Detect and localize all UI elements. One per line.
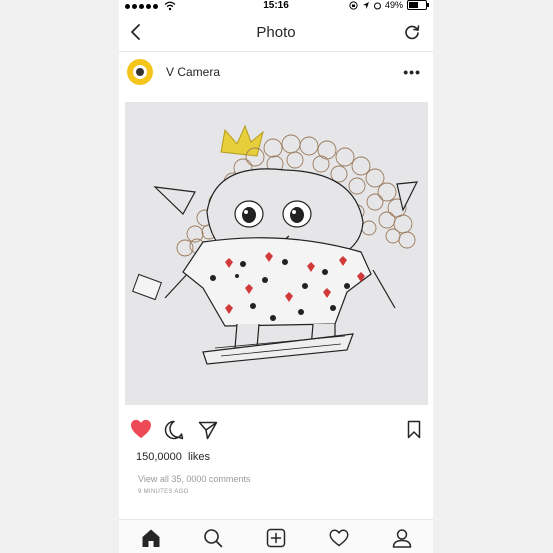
- home-icon[interactable]: [141, 528, 161, 548]
- refresh-icon[interactable]: [403, 23, 421, 41]
- add-post-icon[interactable]: [266, 528, 286, 548]
- likes-label: likes: [188, 451, 211, 463]
- search-icon[interactable]: [203, 528, 223, 548]
- share-send-icon[interactable]: [198, 420, 218, 440]
- avatar[interactable]: [127, 59, 153, 85]
- orientation-lock-icon: [349, 0, 358, 10]
- navigation-bar: Photo: [119, 14, 433, 52]
- post-actions: [119, 415, 433, 445]
- post-photo[interactable]: [125, 102, 428, 405]
- profile-icon[interactable]: [392, 528, 412, 548]
- post-header: V Camera •••: [119, 52, 433, 96]
- phone-screen: 15:16 49% Photo V Camera ••• 150,0000 li…: [119, 0, 433, 553]
- bottom-tab-bar: [119, 519, 433, 553]
- view-all-comments-link[interactable]: View all 35, 0000 comments: [138, 474, 250, 484]
- post-timestamp: 9 MINUTES AGO: [138, 489, 189, 495]
- camera-lens-icon: [133, 65, 147, 79]
- bookmark-icon[interactable]: [407, 420, 421, 439]
- page-title: Photo: [256, 24, 296, 41]
- battery-percent: 49%: [384, 0, 403, 10]
- drawing-illustration: [125, 102, 428, 405]
- status-right: 49%: [349, 0, 429, 10]
- likes-count[interactable]: 150,0000 likes: [136, 451, 210, 463]
- battery-icon: [407, 0, 429, 10]
- comment-icon[interactable]: [164, 420, 184, 440]
- like-heart-icon[interactable]: [130, 419, 152, 439]
- status-bar: 15:16 49%: [119, 0, 433, 14]
- alarm-icon: [373, 2, 381, 9]
- location-icon: [362, 1, 369, 9]
- likes-number: 150,0000: [136, 451, 182, 463]
- post-username[interactable]: V Camera: [166, 65, 220, 79]
- activity-heart-icon[interactable]: [329, 528, 349, 548]
- more-horizontal-icon[interactable]: •••: [403, 64, 421, 80]
- battery-level: [409, 2, 418, 8]
